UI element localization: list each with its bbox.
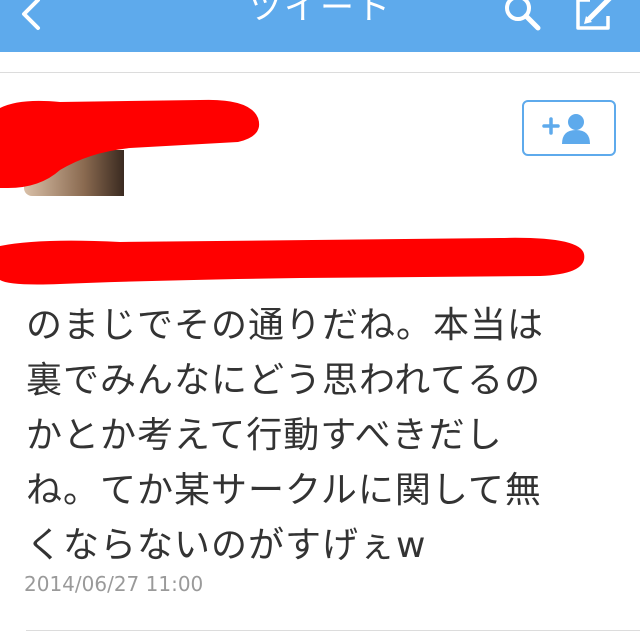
redaction-scribble [0,99,260,188]
tweet-text: のまじでその通りだね。本当は 裏でみんなにどう思われてるの かとか考えて行動すべ… [26,305,545,566]
follow-button[interactable] [522,100,616,156]
tweet-detail-screen: ツイート のまじでその通りだね。本当は 裏でみんなにどう思われてるの かとか考え… [0,0,640,640]
add-user-icon [542,114,590,144]
compose-icon [576,0,612,30]
redaction-scribble [0,237,585,285]
divider [0,72,640,73]
tweet-timestamp: 2014/06/27 11:00 [24,572,204,596]
search-icon [505,0,541,31]
divider [26,630,640,631]
compose-button[interactable] [572,0,620,34]
navigation-bar: ツイート [0,0,640,52]
search-button[interactable] [500,0,546,34]
